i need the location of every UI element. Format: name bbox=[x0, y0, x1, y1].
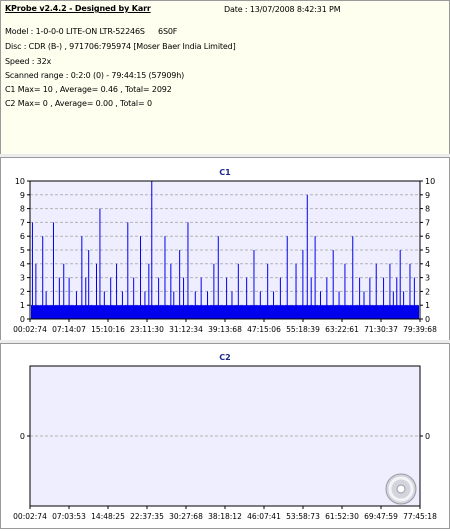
c1-y-tick-label: 10 bbox=[15, 177, 25, 186]
c1-x-tick-label: 23:11:30 bbox=[130, 325, 164, 334]
app-title: KProbe v2.4.2 - Designed by Karr bbox=[5, 4, 151, 13]
c1-y-tick-label-right: 0 bbox=[425, 315, 430, 324]
c1-x-tick-label: 07:14:07 bbox=[52, 325, 86, 334]
c2-chart-panel: C2 0 0 00:02:74 07:03:53 14:48:25 22:37:35 30:2… bbox=[0, 343, 450, 529]
c2-x-tick-label: 14:48:25 bbox=[91, 512, 125, 521]
c1-x-tick-label: 15:10:16 bbox=[91, 325, 125, 334]
c2-x-tick-label: 07:03:53 bbox=[52, 512, 86, 521]
scan-speed: Speed : 32x bbox=[5, 57, 52, 66]
c1-x-tick-label: 79:39:68 bbox=[403, 325, 437, 334]
c1-x-tick-label: 71:30:37 bbox=[364, 325, 398, 334]
c2-x-tick-label: 77:45:18 bbox=[403, 512, 437, 521]
c1-x-tick-label: 47:15:06 bbox=[247, 325, 281, 334]
c2-chart-title: C2 bbox=[219, 353, 230, 362]
drive-firmware: 6S0F bbox=[158, 27, 178, 36]
c1-y-tick-label: 0 bbox=[20, 315, 25, 324]
c1-y-tick-label-right: 10 bbox=[425, 177, 435, 186]
c1-y-tick-label-right: 8 bbox=[425, 205, 430, 214]
c1-y-tick-label-right: 4 bbox=[425, 260, 430, 269]
c2-x-tick-label: 53:58:73 bbox=[286, 512, 320, 521]
c1-y-tick-label: 6 bbox=[20, 232, 25, 241]
c1-x-tick-label: 39:13:68 bbox=[208, 325, 242, 334]
c2-y-tick-label: 0 bbox=[20, 432, 25, 441]
c1-y-tick-label: 9 bbox=[20, 191, 25, 200]
c1-y-tick-label-right: 1 bbox=[425, 301, 430, 310]
c2-x-tick-label: 22:37:35 bbox=[130, 512, 164, 521]
c1-y-tick-label: 7 bbox=[20, 218, 25, 227]
c1-chart: C1 0 0 1 1 2 2 3 3 4 4 5 5 6 6 7 7 8 8 9 9 10 10 00:02:74 07:14:… bbox=[13, 168, 437, 334]
c1-baseline-bars bbox=[31, 305, 419, 319]
c1-y-tick-label-right: 3 bbox=[425, 274, 430, 283]
c1-chart-panel: C1 0 0 1 1 2 2 3 3 4 4 5 5 6 6 7 7 8 8 9 9 10 10 00:02:74 07:14:… bbox=[0, 157, 450, 342]
cd-disc-icon-hole bbox=[396, 484, 406, 494]
c1-chart-title: C1 bbox=[219, 168, 231, 177]
disc-info: Disc : CDR (B-) , 971706:795974 [Moser B… bbox=[5, 42, 236, 51]
c1-x-tick-label: 00:02:74 bbox=[13, 325, 47, 334]
scanned-range: Scanned range : 0:2:0 (0) - 79:44:15 (57… bbox=[5, 71, 185, 80]
c2-x-tick-label: 38:18:12 bbox=[208, 512, 242, 521]
c1-x-tick-label: 63:22:61 bbox=[325, 325, 359, 334]
c1-y-tick-label: 2 bbox=[20, 287, 25, 296]
c2-summary: C2 Max= 0 , Average= 0.00 , Total= 0 bbox=[5, 99, 152, 108]
c1-x-tick-label: 31:12:34 bbox=[169, 325, 203, 334]
scan-date: Date : 13/07/2008 8:42:31 PM bbox=[224, 5, 341, 14]
c2-x-tick-label: 46:07:41 bbox=[247, 512, 281, 521]
c1-y-tick-label: 5 bbox=[20, 246, 25, 255]
c2-x-tick-label: 00:02:74 bbox=[13, 512, 47, 521]
c2-x-tick-label: 69:47:59 bbox=[364, 512, 398, 521]
c1-y-tick-label-right: 9 bbox=[425, 191, 430, 200]
c2-chart: C2 0 0 00:02:74 07:03:53 14:48:25 22:37:35 30:2… bbox=[13, 353, 437, 521]
c1-y-tick-label-right: 7 bbox=[425, 218, 430, 227]
c2-x-tick-label: 61:52:30 bbox=[325, 512, 359, 521]
c1-x-tick-label: 55:18:39 bbox=[286, 325, 320, 334]
drive-model: Model : 1-0-0-0 LITE-ON LTR-52246S bbox=[5, 27, 145, 36]
c1-y-tick-label: 3 bbox=[20, 274, 25, 283]
scan-info-panel: KProbe v2.4.2 - Designed by Karr Date : … bbox=[0, 0, 450, 156]
c2-x-tick-label: 30:27:68 bbox=[169, 512, 203, 521]
c1-y-tick-label-right: 5 bbox=[425, 246, 430, 255]
c1-y-tick-label: 8 bbox=[20, 205, 25, 214]
c1-y-tick-label-right: 2 bbox=[425, 287, 430, 296]
c1-y-tick-label: 1 bbox=[20, 301, 25, 310]
c1-summary: C1 Max= 10 , Average= 0.46 , Total= 2092 bbox=[5, 85, 172, 94]
c1-y-tick-label: 4 bbox=[20, 260, 25, 269]
c1-y-tick-label-right: 6 bbox=[425, 232, 430, 241]
c2-y-tick-label-right: 0 bbox=[425, 432, 430, 441]
